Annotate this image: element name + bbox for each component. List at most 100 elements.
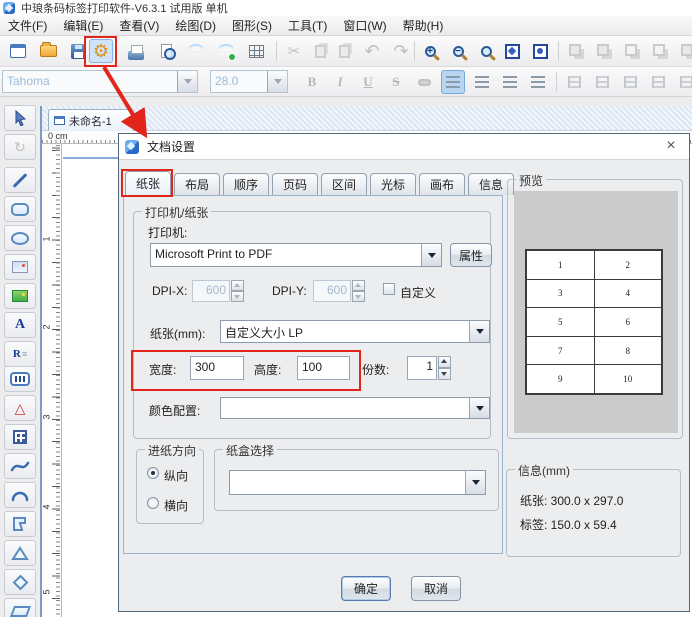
kerning-button[interactable] [412,70,436,94]
print-preview-button[interactable] [154,39,178,63]
spin-up-icon[interactable] [231,280,244,291]
barcode-tool-button[interactable] [4,366,36,392]
menu-tools[interactable]: 工具(T) [280,16,335,35]
italic-button[interactable]: I [328,70,352,94]
copies-spinner[interactable]: 1 [407,356,451,380]
chevron-down-icon[interactable] [469,398,489,418]
printer-select[interactable]: Microsoft Print to PDF [150,243,442,267]
rounded-rect-tool-button[interactable] [4,196,36,222]
align-center-button[interactable] [470,70,494,94]
tab-cursor[interactable]: 光标 [370,173,416,195]
paper-tray-select[interactable] [229,470,486,495]
chevron-down-icon[interactable] [469,321,489,342]
landscape-radio[interactable] [147,497,159,509]
curve-tool-button[interactable] [4,453,36,479]
paper-size-select[interactable]: 自定义大小 LP [220,320,490,343]
line-tool-button[interactable] [4,167,36,193]
chevron-down-icon[interactable] [421,244,441,266]
picture-tool-button[interactable] [4,283,36,309]
chevron-down-icon[interactable] [267,71,287,92]
save-button[interactable] [66,39,90,63]
richtext-tool-button[interactable]: R≡ [4,341,36,367]
group-button[interactable] [564,39,588,63]
font-size-select[interactable]: 28.0 [210,70,288,93]
height-field[interactable]: 100 [297,356,350,380]
align-right-button[interactable] [498,70,522,94]
menu-window[interactable]: 窗口(W) [335,16,394,35]
dialog-titlebar[interactable]: 文档设置 × [119,134,689,160]
undo-button[interactable]: ↶ [360,39,384,63]
ok-button[interactable]: 确定 [341,576,391,601]
menu-shapes[interactable]: 图形(S) [224,16,280,35]
menu-edit[interactable]: 编辑(E) [55,16,111,35]
tab-layout[interactable]: 布局 [174,173,220,195]
diamond-tool-button[interactable] [4,569,36,595]
dpi-y-spinner[interactable]: 600 [313,280,365,302]
menu-file[interactable]: 文件(F) [0,16,55,35]
properties-button[interactable]: 属性 [450,243,492,267]
qrcode-tool-button[interactable] [4,424,36,450]
ungroup-button[interactable] [592,39,616,63]
portrait-radio[interactable] [147,467,159,479]
zoom-in-button[interactable]: + [418,39,442,63]
bold-button[interactable]: B [300,70,324,94]
ellipse-tool-button[interactable] [4,225,36,251]
spin-down-icon[interactable] [352,291,365,302]
zoom-button[interactable] [474,39,498,63]
distribute-h-button[interactable] [562,70,586,94]
arc-tool-button[interactable] [4,482,36,508]
triangle-tool-button[interactable] [4,540,36,566]
database-connect-button[interactable] [214,39,238,63]
menu-draw[interactable]: 绘图(D) [167,16,224,35]
spin-up-icon[interactable] [352,280,365,291]
center-page2-button[interactable] [674,70,692,94]
menu-help[interactable]: 帮助(H) [395,16,452,35]
close-icon[interactable]: × [661,136,681,156]
center-page-button[interactable] [646,70,670,94]
width-field[interactable]: 300 [190,356,244,380]
spin-down-icon[interactable] [231,291,244,302]
tab-paper[interactable]: 纸张 [125,171,171,195]
tab-range[interactable]: 区间 [321,173,367,195]
underline-button[interactable]: U [356,70,380,94]
tab-canvas[interactable]: 画布 [419,173,465,195]
print-button[interactable] [124,39,148,63]
text-tool-button[interactable]: A [4,312,36,338]
align-justify-button[interactable] [526,70,550,94]
image-tool-button[interactable] [4,254,36,280]
tab-page-number[interactable]: 页码 [272,173,318,195]
copy-button[interactable] [308,39,332,63]
cancel-button[interactable]: 取消 [411,576,461,601]
select-frame2-button[interactable] [648,39,672,63]
paste-button[interactable] [332,39,356,63]
lock-button[interactable] [676,39,692,63]
chevron-down-icon[interactable] [465,471,485,494]
document-settings-button[interactable]: ⚙ [89,39,113,63]
select-tool-button[interactable] [4,105,36,131]
fit-window-button[interactable] [500,39,524,63]
logo-tool-button[interactable]: △ [4,395,36,421]
color-profile-select[interactable] [220,397,490,419]
cut-button[interactable]: ✂ [282,39,306,63]
select-frame-button[interactable] [620,39,644,63]
strikethrough-button[interactable]: S [384,70,408,94]
tab-order[interactable]: 顺序 [223,173,269,195]
rotate-tool-button[interactable]: ↻ [4,134,36,160]
dpi-x-spinner[interactable]: 600 [192,280,244,302]
font-family-select[interactable]: Tahoma [2,70,198,93]
zoom-out-button[interactable]: − [446,39,470,63]
grid-toggle-button[interactable] [244,39,268,63]
polygon-tool-button[interactable] [4,511,36,537]
custom-dpi-checkbox[interactable] [383,283,395,295]
chevron-down-icon[interactable] [177,71,197,92]
spin-up-icon[interactable] [438,356,451,368]
space-equal-button[interactable] [618,70,642,94]
align-left-button[interactable] [441,70,465,94]
open-button[interactable] [36,39,60,63]
redo-button[interactable]: ↷ [389,39,413,63]
menu-view[interactable]: 查看(V) [111,16,167,35]
new-button[interactable] [6,39,30,63]
distribute-v-button[interactable] [590,70,614,94]
document-tab[interactable]: 未命名-1 [48,109,134,131]
fit-page-button[interactable] [528,39,552,63]
